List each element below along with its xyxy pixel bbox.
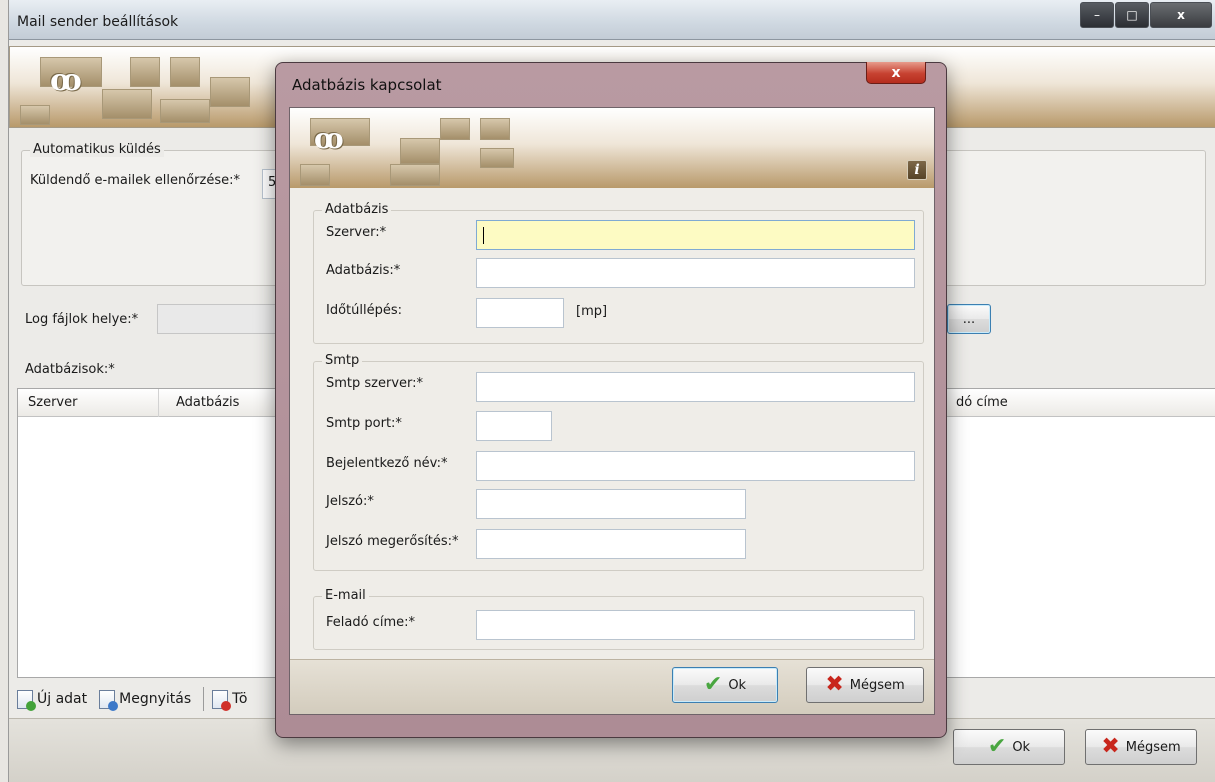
new-document-icon <box>17 689 36 711</box>
check-interval-label: Küldendő e-mailek ellenőrzése:* <box>30 173 240 188</box>
smtp-group-title: Smtp <box>322 353 363 368</box>
database-connection-dialog: Adatbázis kapcsolat x ꝏ i Adatbázis Szer… <box>275 62 947 738</box>
timeout-unit-label: [mp] <box>576 304 608 319</box>
dialog-ok-label: Ok <box>728 677 747 693</box>
databases-label: Adatbázisok:* <box>25 362 115 377</box>
main-ok-label: Ok <box>1012 739 1031 755</box>
logo-icon: ꝏ <box>314 122 344 155</box>
banner-tile <box>480 118 510 140</box>
main-ok-button[interactable]: ✔ Ok <box>953 729 1065 765</box>
open-item-button[interactable]: Megnyitás <box>99 689 192 711</box>
toolbar-separator <box>203 687 205 711</box>
column-header-server[interactable]: Szerver <box>28 395 77 410</box>
password-confirm-label: Jelszó megerősítés:* <box>326 534 459 549</box>
banner-tile <box>20 105 50 125</box>
login-name-input[interactable] <box>476 451 915 481</box>
banner-tile <box>130 57 160 87</box>
open-item-label: Megnyitás <box>119 691 192 707</box>
column-header-database[interactable]: Adatbázis <box>176 395 239 410</box>
banner-tile <box>102 89 152 119</box>
password-input[interactable] <box>476 489 746 519</box>
timeout-input[interactable] <box>476 298 564 328</box>
database-label: Adatbázis:* <box>326 263 401 278</box>
open-document-icon <box>99 689 119 711</box>
email-group: E-mail Feladó címe:* <box>313 588 924 650</box>
main-title-bar[interactable]: Mail sender beállítások – □ x <box>9 0 1215 40</box>
text-caret <box>483 227 484 244</box>
sender-address-input[interactable] <box>476 610 915 640</box>
dialog-banner: ꝏ i <box>290 108 934 188</box>
dialog-footer: ✔ Ok ✖ Mégsem <box>290 659 934 714</box>
smtp-server-label: Smtp szerver:* <box>326 376 424 391</box>
browse-button[interactable]: ... <box>947 304 991 334</box>
minimize-button[interactable]: – <box>1080 2 1114 28</box>
delete-document-icon <box>212 689 232 711</box>
banner-tile <box>300 164 330 186</box>
grid-toolbar: Új adat Megnyitás Tö <box>17 684 259 714</box>
checkmark-icon: ✔ <box>703 672 723 697</box>
database-input[interactable] <box>476 258 915 288</box>
delete-item-button[interactable]: Tö <box>212 689 248 711</box>
auto-send-group-title: Automatikus küldés <box>30 142 164 157</box>
dialog-cancel-label: Mégsem <box>849 677 905 693</box>
main-close-button[interactable]: x <box>1150 2 1212 28</box>
cancel-x-icon: ✖ <box>1101 734 1120 759</box>
log-path-label: Log fájlok helye:* <box>25 312 139 327</box>
main-cancel-label: Mégsem <box>1125 739 1181 755</box>
dialog-title: Adatbázis kapcsolat <box>292 76 442 94</box>
new-item-label: Új adat <box>37 691 88 707</box>
banner-tile <box>170 57 200 87</box>
timeout-label: Időtúllépés: <box>326 303 403 318</box>
server-input[interactable] <box>476 220 915 250</box>
smtp-server-input[interactable] <box>476 372 915 402</box>
database-group-title: Adatbázis <box>322 202 392 217</box>
banner-tile <box>160 99 210 123</box>
login-name-label: Bejelentkező név:* <box>326 456 448 471</box>
main-window-title: Mail sender beállítások <box>17 14 179 30</box>
dialog-ok-button[interactable]: ✔ Ok <box>672 667 778 703</box>
dialog-cancel-button[interactable]: ✖ Mégsem <box>806 667 924 703</box>
password-label: Jelszó:* <box>326 494 374 509</box>
banner-tile <box>210 77 250 107</box>
cancel-x-icon: ✖ <box>825 672 844 697</box>
checkmark-icon: ✔ <box>987 734 1007 759</box>
email-group-title: E-mail <box>322 588 369 603</box>
column-header-sender[interactable]: dó címe <box>956 395 1008 410</box>
log-path-field[interactable] <box>157 304 277 334</box>
password-confirm-input[interactable] <box>476 529 746 559</box>
banner-tile <box>480 148 514 168</box>
smtp-port-input[interactable] <box>476 411 552 441</box>
main-cancel-button[interactable]: ✖ Mégsem <box>1085 729 1197 765</box>
logo-icon: ꝏ <box>50 63 82 98</box>
smtp-port-label: Smtp port:* <box>326 416 402 431</box>
database-group: Adatbázis Szerver:* Adatbázis:* Időtúllé… <box>313 202 924 344</box>
delete-item-label: Tö <box>232 691 248 707</box>
dialog-close-button[interactable]: x <box>866 62 926 84</box>
info-icon[interactable]: i <box>907 160 927 180</box>
new-item-button[interactable]: Új adat <box>17 689 88 711</box>
dialog-body: ꝏ i Adatbázis Szerver:* Adatbázis:* Időt… <box>289 107 935 715</box>
banner-tile <box>440 118 470 140</box>
banner-tile <box>400 138 440 164</box>
sender-address-label: Feladó címe:* <box>326 615 415 630</box>
maximize-button[interactable]: □ <box>1115 2 1149 28</box>
server-label: Szerver:* <box>326 225 387 240</box>
banner-tile <box>390 164 440 186</box>
column-separator[interactable] <box>158 389 159 417</box>
smtp-group: Smtp Smtp szerver:* Smtp port:* Bejelent… <box>313 353 924 571</box>
